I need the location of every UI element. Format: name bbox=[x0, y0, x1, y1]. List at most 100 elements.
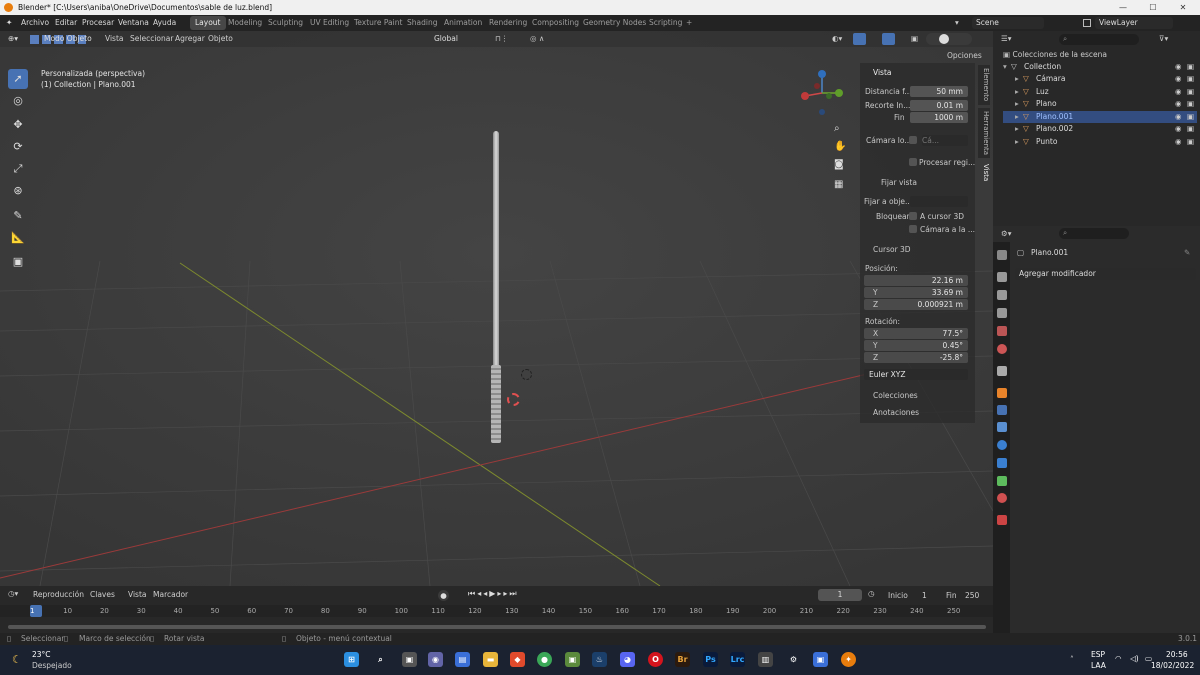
move-tool-icon[interactable]: ✥ bbox=[8, 115, 28, 135]
menu-ayuda[interactable]: Ayuda bbox=[153, 15, 176, 31]
outliner-editor-icon[interactable]: ☰▾ bbox=[1001, 34, 1012, 43]
lightsaber-blade[interactable] bbox=[493, 131, 499, 369]
orientation-select[interactable]: Global bbox=[430, 33, 468, 45]
media-app-icon[interactable]: ▥ bbox=[758, 652, 773, 667]
vm-app-icon[interactable]: ▣ bbox=[813, 652, 828, 667]
expand-chevron-icon[interactable]: ▸ bbox=[1015, 123, 1019, 135]
volume-icon[interactable]: ◁) bbox=[1130, 654, 1139, 663]
add-cube-tool-icon[interactable]: ▣ bbox=[8, 252, 28, 272]
collections-section[interactable]: Colecciones bbox=[873, 391, 918, 400]
timeline-scrollbar[interactable] bbox=[8, 625, 986, 629]
render-camera-icon[interactable]: ▣ bbox=[1187, 61, 1194, 73]
settings-gear-icon[interactable]: ⚙ bbox=[786, 652, 801, 667]
select-tool-icon[interactable]: ➚ bbox=[8, 69, 28, 89]
visibility-eye-icon[interactable]: ◉ bbox=[1175, 73, 1182, 85]
outliner-item[interactable]: ▸ ▽ Luz ◉ ▣ bbox=[1003, 86, 1197, 98]
cursor-section-title[interactable]: Cursor 3D bbox=[873, 245, 911, 254]
viewlayer-field[interactable]: ViewLayer bbox=[1095, 17, 1173, 29]
outliner-item[interactable]: ▸ ▽ Plano.001 ◉ ▣ bbox=[1003, 111, 1197, 123]
render-camera-icon[interactable]: ▣ bbox=[1187, 136, 1194, 148]
clock-icon[interactable]: ◷ bbox=[868, 589, 875, 598]
weather-temp[interactable]: 23°C bbox=[32, 650, 51, 659]
solid-shading-icon[interactable] bbox=[939, 34, 949, 44]
cursor-rot-x-field[interactable]: 77.5° bbox=[864, 328, 968, 339]
expand-chevron-icon[interactable]: ▸ bbox=[1015, 111, 1019, 123]
menu-archivo[interactable]: Archivo bbox=[21, 15, 49, 31]
editor-type-icon[interactable]: ⊕▾ bbox=[8, 34, 18, 43]
minimize-button[interactable]: — bbox=[1108, 0, 1138, 15]
expand-chevron-icon[interactable]: ▸ bbox=[1015, 73, 1019, 85]
menu-objeto[interactable]: Objeto bbox=[208, 34, 233, 43]
outliner-item[interactable]: ▸ ▽ Cámara ◉ ▣ bbox=[1003, 73, 1197, 85]
proportional-edit-icon[interactable]: ◎ ∧ bbox=[530, 34, 544, 43]
outliner-item[interactable]: ▸ ▽ Plano ◉ ▣ bbox=[1003, 98, 1197, 110]
world-tab-icon[interactable] bbox=[997, 344, 1007, 354]
bridge-icon[interactable]: Br bbox=[675, 652, 690, 667]
material-tab-icon[interactable] bbox=[997, 493, 1007, 503]
render-tab-icon[interactable] bbox=[997, 272, 1007, 282]
xray-toggle-icon[interactable]: ▣ bbox=[911, 34, 918, 43]
expand-chevron-icon[interactable]: ▸ bbox=[1015, 98, 1019, 110]
render-camera-icon[interactable]: ▣ bbox=[1187, 111, 1194, 123]
cursor-tool-icon[interactable]: ◎ bbox=[8, 91, 28, 111]
menu-vista[interactable]: Vista bbox=[105, 34, 124, 43]
render-region-checkbox[interactable] bbox=[909, 158, 917, 166]
chrome-icon[interactable]: ● bbox=[537, 652, 552, 667]
tab-modeling[interactable]: Modeling bbox=[223, 16, 267, 30]
menu-editar[interactable]: Editar bbox=[55, 15, 77, 31]
cursor-rot-y-field[interactable]: 0.45° bbox=[864, 340, 968, 351]
tab-elemento[interactable]: Elemento bbox=[978, 65, 990, 105]
render-camera-icon[interactable]: ▣ bbox=[1187, 86, 1194, 98]
camera-view-icon[interactable]: ◙ bbox=[834, 159, 844, 170]
cursor-z-field[interactable]: 0.000921 m bbox=[864, 299, 968, 310]
lightroom-icon[interactable]: Lrc bbox=[730, 652, 745, 667]
weather-desc[interactable]: Despejado bbox=[32, 661, 72, 670]
snap-magnet-icon[interactable]: ⊓⋮ bbox=[495, 34, 508, 43]
viewlayer-icon[interactable] bbox=[1083, 19, 1091, 27]
tab-uv-editing[interactable]: UV Editing bbox=[305, 16, 354, 30]
outliner-root[interactable]: ▣ Colecciones de la escena bbox=[1003, 49, 1197, 61]
modifier-tab-icon[interactable] bbox=[997, 405, 1007, 415]
expand-chevron-icon[interactable]: ▸ bbox=[1015, 86, 1019, 98]
chat-icon[interactable]: ◉ bbox=[428, 652, 443, 667]
clip-end-field[interactable]: 1000 m bbox=[910, 112, 968, 123]
transform-tool-icon[interactable]: ⊛ bbox=[8, 181, 28, 201]
render-camera-icon[interactable]: ▣ bbox=[1187, 123, 1194, 135]
minecraft-icon[interactable]: ▣ bbox=[565, 652, 580, 667]
rotate-tool-icon[interactable]: ⟳ bbox=[8, 137, 28, 157]
add-modifier-select[interactable]: Agregar modificador bbox=[1015, 268, 1196, 280]
data-tab-icon[interactable] bbox=[997, 476, 1007, 486]
cursor-y-field[interactable]: 33.69 m bbox=[864, 287, 968, 298]
pin-icon[interactable]: ✎ bbox=[1184, 248, 1190, 257]
camera-to-view-checkbox[interactable] bbox=[909, 225, 917, 233]
visibility-eye-icon[interactable]: ◉ bbox=[1175, 136, 1182, 148]
language-1[interactable]: ESP bbox=[1091, 650, 1105, 659]
visibility-icon[interactable]: ◐▾ bbox=[832, 34, 842, 43]
overlay-toggle-icon[interactable] bbox=[882, 33, 895, 45]
timeline-editor-icon[interactable]: ◷▾ bbox=[8, 589, 18, 598]
properties-editor-icon[interactable]: ⚙▾ bbox=[1001, 229, 1012, 238]
scene-tab-icon[interactable] bbox=[997, 326, 1007, 336]
start-frame-field[interactable]: 1 bbox=[922, 591, 927, 600]
outliner-item[interactable]: ▸ ▽ Punto ◉ ▣ bbox=[1003, 136, 1197, 148]
tab-shading[interactable]: Shading bbox=[402, 16, 442, 30]
particles-tab-icon[interactable] bbox=[997, 422, 1007, 432]
blender-taskbar-icon[interactable]: ✦ bbox=[841, 652, 856, 667]
outliner-item[interactable]: ▸ ▽ Plano.002 ◉ ▣ bbox=[1003, 123, 1197, 135]
steam-icon[interactable]: ♨ bbox=[592, 652, 607, 667]
lock-object-field[interactable] bbox=[910, 196, 968, 207]
windows-start-icon[interactable]: ⊞ bbox=[344, 652, 359, 667]
properties-search[interactable]: ⌕ bbox=[1059, 228, 1129, 239]
tab-rendering[interactable]: Rendering bbox=[484, 16, 532, 30]
annotations-section[interactable]: Anotaciones bbox=[873, 408, 919, 417]
menu-claves[interactable]: Claves bbox=[90, 590, 115, 599]
lightsaber-hilt[interactable] bbox=[491, 365, 501, 443]
options-button[interactable]: Opciones bbox=[947, 51, 982, 60]
light-object-icon[interactable] bbox=[521, 369, 532, 380]
view-section-title[interactable]: Vista bbox=[873, 68, 892, 77]
visibility-eye-icon[interactable]: ◉ bbox=[1175, 111, 1182, 123]
outliner-filter-icon[interactable]: ⊽▾ bbox=[1159, 34, 1168, 43]
expand-chevron-icon[interactable]: ▾ bbox=[1003, 61, 1007, 73]
lock-section-title[interactable]: Fijar vista bbox=[881, 178, 917, 187]
add-workspace-button[interactable]: + bbox=[681, 16, 697, 30]
